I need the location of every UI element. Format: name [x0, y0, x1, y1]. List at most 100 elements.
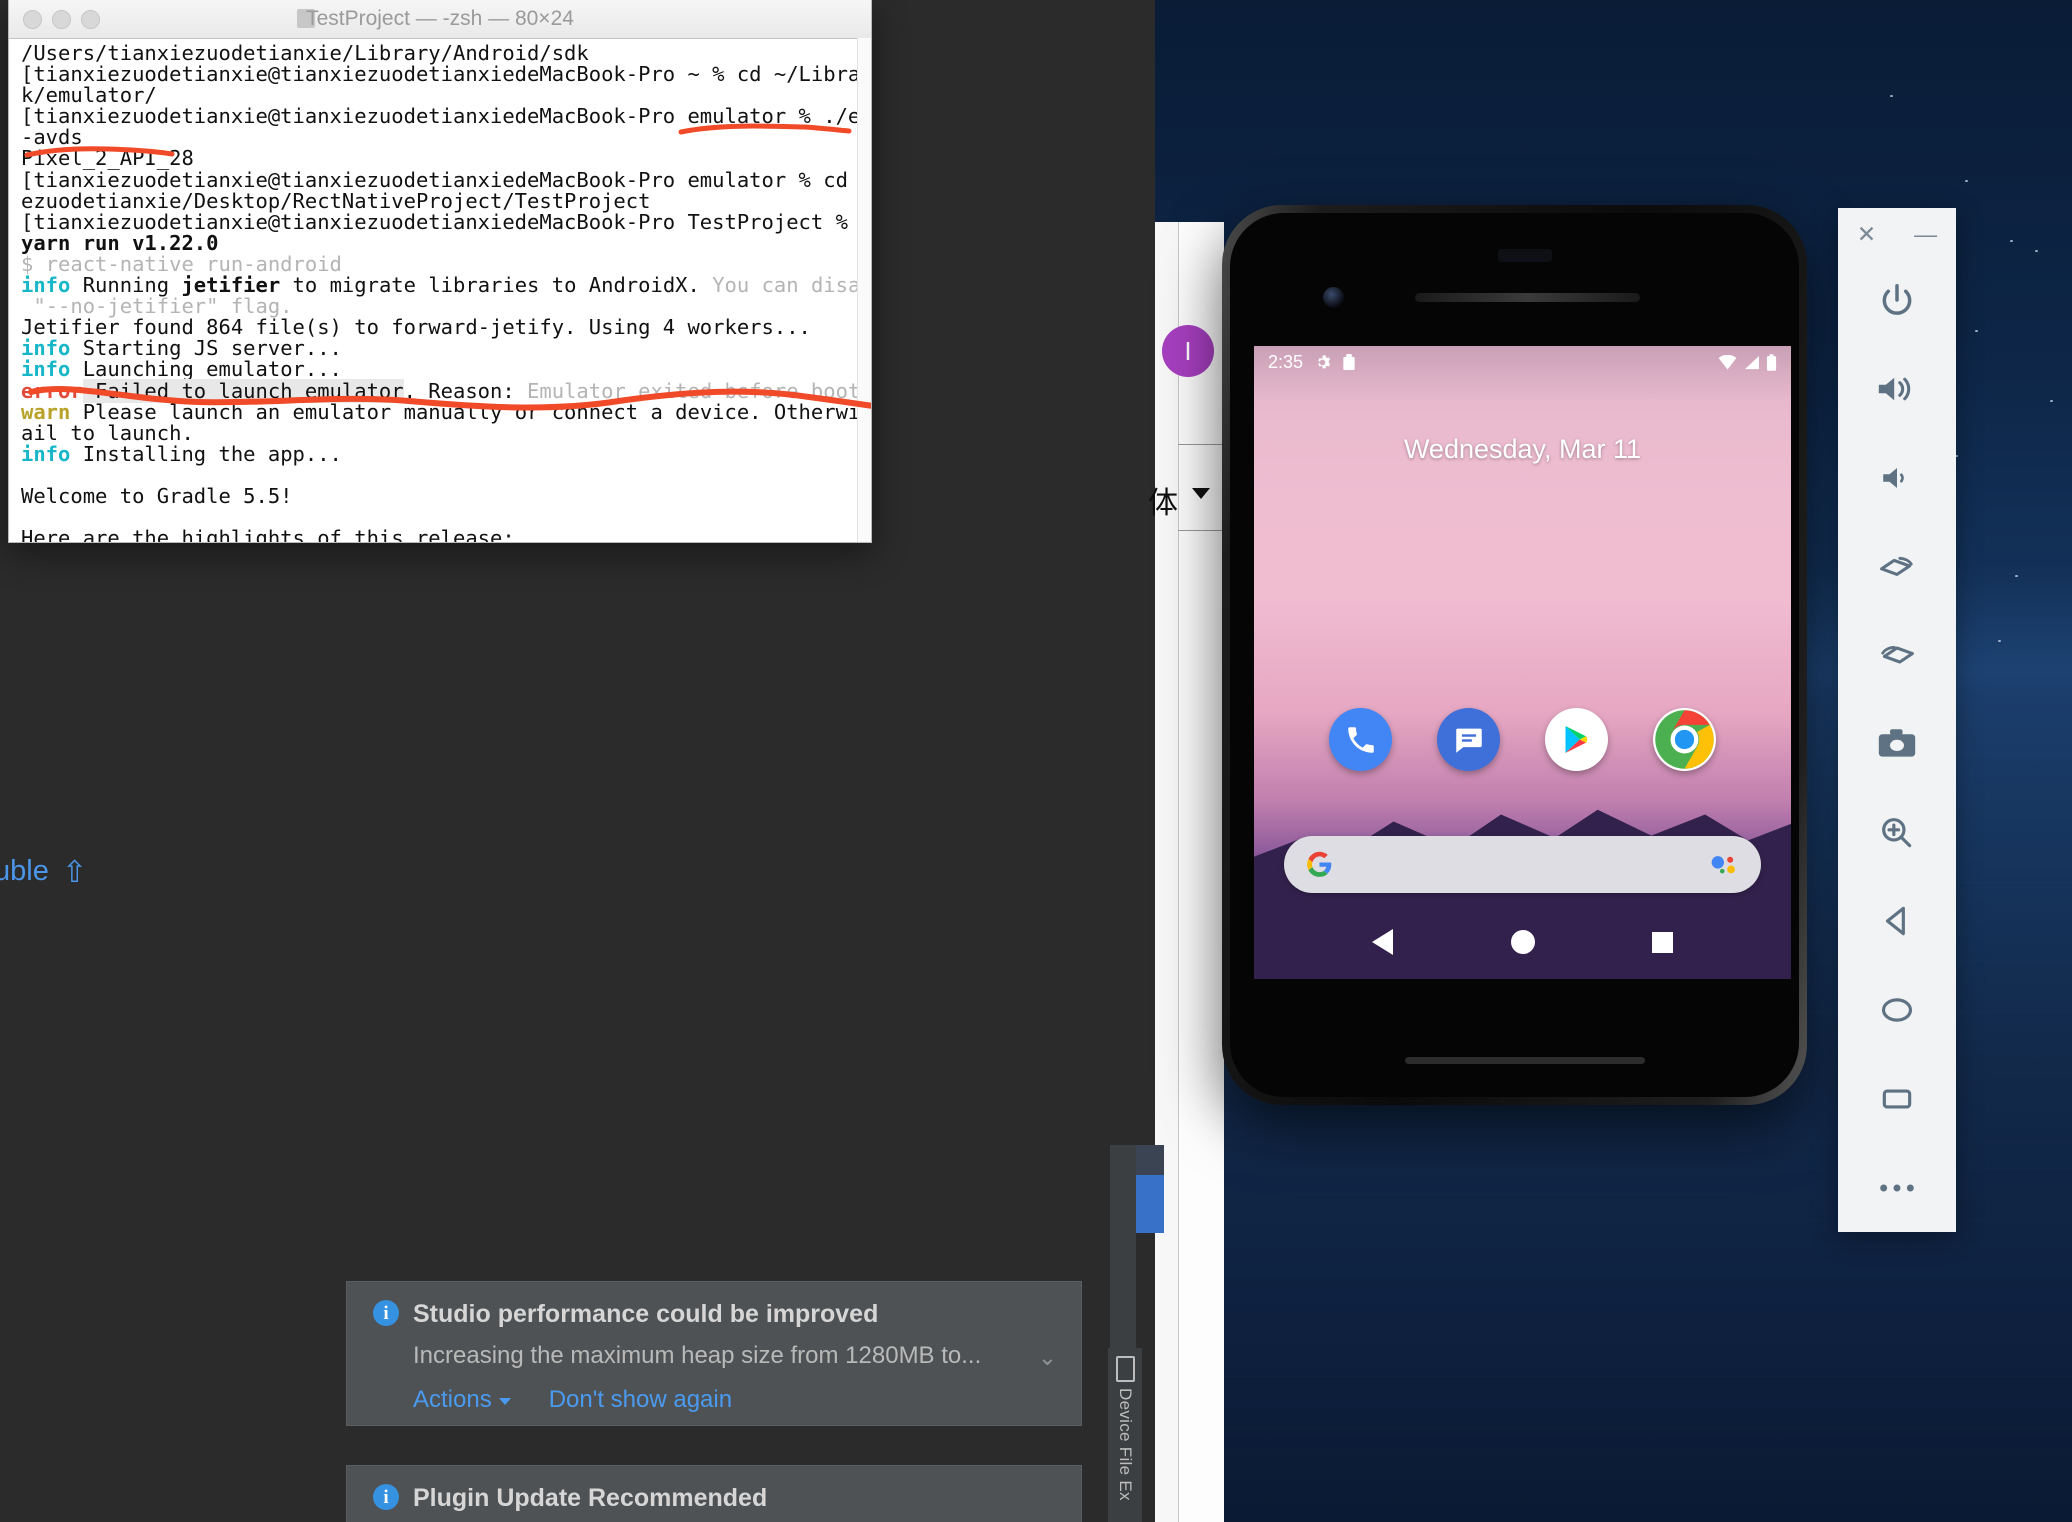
terminal-line: "--no-jetifier" flag.: [21, 296, 871, 317]
terminal-line: info Running jetifier to migrate librari…: [21, 275, 871, 296]
dont-show-again-button[interactable]: Don't show again: [549, 1386, 732, 1414]
sidebar-item-device-file-explorer[interactable]: Device File Ex: [1108, 1348, 1142, 1522]
actions-dropdown-button[interactable]: Actions: [413, 1386, 511, 1414]
terminal-text: to migrate libraries to AndroidX.: [280, 273, 712, 297]
home-screen-date: Wednesday, Mar 11: [1254, 434, 1791, 465]
terminal-line: [tianxiezuodetianxie@tianxiezuodetianxie…: [21, 64, 871, 85]
actions-label: Actions: [413, 1386, 492, 1413]
terminal-line: [tianxiezuodetianxie@tianxiezuodetianxie…: [21, 170, 871, 191]
terminal-line: [21, 507, 871, 528]
phone-app-icon[interactable]: [1329, 708, 1392, 771]
bottom-speaker: [1405, 1057, 1645, 1064]
terminal-line: info Starting JS server...: [21, 338, 871, 359]
ide-divider: [1178, 444, 1223, 445]
google-g-icon: [1306, 851, 1333, 878]
terminal-text: Here are the highlights of this release:: [21, 526, 515, 543]
terminal-title-bar[interactable]: TestProject — -zsh — 80×24: [9, 0, 871, 39]
chevron-down-icon[interactable]: ⌄: [1038, 1344, 1057, 1371]
minimize-emulator-button[interactable]: —: [1914, 223, 1937, 246]
terminal-line: $ react-native run-android: [21, 254, 871, 275]
battery-icon: [1766, 354, 1777, 371]
terminal-window[interactable]: TestProject — -zsh — 80×24 /Users/tianxi…: [8, 0, 872, 543]
status-bar: 2:35: [1254, 346, 1791, 378]
star: [1975, 330, 1978, 332]
app-dock[interactable]: [1254, 708, 1791, 771]
notification-title: Studio performance could be improved: [413, 1300, 878, 1329]
more-button[interactable]: [1838, 1143, 1956, 1232]
chrome-app-icon[interactable]: [1653, 708, 1716, 771]
terminal-line: error Failed to launch emulator. Reason:…: [21, 381, 871, 402]
search-input[interactable]: [1284, 836, 1761, 893]
caret-down-icon: [499, 1398, 511, 1405]
cellular-signal-icon: [1743, 355, 1760, 370]
back-button[interactable]: [1838, 877, 1956, 966]
zoom-button[interactable]: [1838, 788, 1956, 877]
notification-balloon[interactable]: i Plugin Update Recommended: [347, 1466, 1081, 1522]
terminal-text: You can disable it using: [712, 273, 872, 297]
terminal-line: info Installing the app...: [21, 444, 871, 465]
ide-editor-panel[interactable]: [1178, 222, 1224, 1522]
terminal-line: /Users/tianxiezuodetianxie/Library/Andro…: [21, 43, 871, 64]
rotate-right-button[interactable]: [1838, 611, 1956, 700]
star: [1890, 95, 1893, 97]
info-icon: i: [373, 1300, 399, 1326]
font-selector-value[interactable]: 体: [1148, 478, 1178, 522]
volume-up-button[interactable]: [1838, 345, 1956, 434]
google-assistant-icon[interactable]: [1709, 854, 1739, 876]
terminal-output[interactable]: /Users/tianxiezuodetianxie/Library/Andro…: [9, 39, 871, 543]
notification-balloon[interactable]: i Studio performance could be improved I…: [347, 1282, 1081, 1425]
terminal-scrollbar[interactable]: [857, 38, 871, 542]
star: [2035, 250, 2038, 252]
terminal-line: Welcome to Gradle 5.5!: [21, 486, 871, 507]
terminal-line: [tianxiezuodetianxie@tianxiezuodetianxie…: [21, 106, 871, 127]
shift-arrow-icon: ⇧: [62, 855, 87, 890]
avatar[interactable]: I: [1162, 325, 1214, 377]
messages-app-icon[interactable]: [1437, 708, 1500, 771]
rotate-left-button[interactable]: [1838, 522, 1956, 611]
star: [2050, 400, 2053, 402]
volume-down-button[interactable]: [1838, 433, 1956, 522]
ide-selection-highlight: [1136, 1175, 1164, 1233]
nav-home-button[interactable]: [1511, 930, 1535, 954]
home-button[interactable]: [1838, 966, 1956, 1055]
play-store-app-icon[interactable]: [1545, 708, 1608, 771]
terminal-text: Welcome to Gradle 5.5!: [21, 484, 293, 508]
android-emulator-device[interactable]: 2:35 Wednesday, Mar 11: [1222, 205, 1807, 1105]
power-button[interactable]: [1838, 256, 1956, 345]
terminal-line: Jetifier found 864 file(s) to forward-je…: [21, 317, 871, 338]
screenshot-button[interactable]: [1838, 700, 1956, 789]
phone-notch: [1498, 249, 1552, 262]
star: [1998, 640, 2001, 642]
overview-button[interactable]: [1838, 1054, 1956, 1143]
terminal-line: Here are the highlights of this release:: [21, 528, 871, 543]
earpiece-speaker: [1415, 293, 1640, 302]
screenshot-notification-icon: [1342, 354, 1356, 371]
notification-body: Increasing the maximum heap size from 12…: [413, 1342, 981, 1370]
settings-icon: [1314, 354, 1331, 371]
info-icon: i: [373, 1484, 399, 1510]
terminal-line: Pixel_2_API_28: [21, 148, 871, 169]
emulator-screen[interactable]: 2:35 Wednesday, Mar 11: [1254, 346, 1791, 979]
trouble-link[interactable]: uble: [0, 855, 49, 888]
emulator-toolbar[interactable]: ✕ —: [1838, 208, 1956, 1232]
terminal-line: yarn run v1.22.0: [21, 233, 871, 254]
terminal-title: TestProject — -zsh — 80×24: [9, 7, 871, 31]
terminal-line: -avds: [21, 127, 871, 148]
nav-back-button[interactable]: [1372, 929, 1393, 955]
terminal-line: ezuodetianxie/Desktop/RectNativeProject/…: [21, 191, 871, 212]
terminal-line: warn Please launch an emulator manually …: [21, 402, 871, 423]
star: [1965, 180, 1968, 182]
terminal-text: [tianxiezuodetianxie@tianxiezuodetianxie…: [21, 104, 872, 128]
star: [2015, 575, 2018, 577]
nav-recents-button[interactable]: [1652, 932, 1673, 953]
chevron-down-icon[interactable]: [1192, 488, 1210, 499]
front-camera-icon: [1323, 287, 1344, 308]
sidebar-item-label: Device File Ex: [1115, 1388, 1135, 1501]
close-emulator-button[interactable]: ✕: [1857, 223, 1876, 246]
ide-divider: [1178, 530, 1223, 531]
terminal-line: k/emulator/: [21, 85, 871, 106]
terminal-text: Launching emulator...: [70, 357, 342, 381]
navigation-bar[interactable]: [1254, 917, 1791, 967]
terminal-line: info Launching emulator...: [21, 359, 871, 380]
terminal-text: Installing the app...: [70, 442, 342, 466]
